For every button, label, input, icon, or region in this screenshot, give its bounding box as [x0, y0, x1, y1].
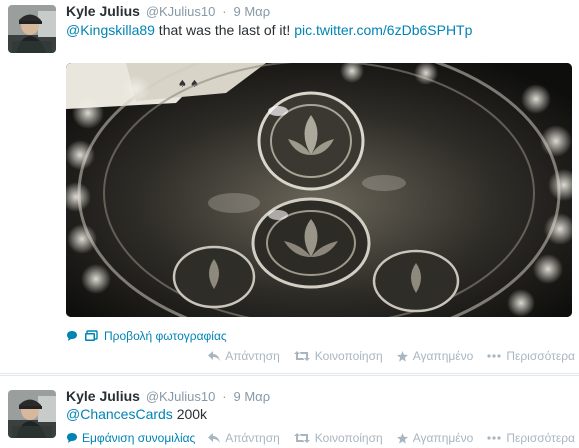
favorite-label: Αγαπημένο [412, 349, 474, 363]
reply-label: Απάντηση [225, 349, 280, 363]
reply-icon [208, 433, 221, 443]
tweet-header: Kyle Julius @KJulius10 · 9 Μαρ [66, 387, 270, 406]
reply-button[interactable]: Απάντηση [208, 349, 280, 363]
mention-link[interactable]: @ChancesCards [66, 406, 173, 422]
view-photo-label: Προβολή φωτογραφίας [104, 329, 227, 343]
tweet-actions: Απάντηση Κοινοποίηση Αγαπημένο Περισσότε… [194, 431, 575, 445]
tweet-body: that was the last of it! [154, 22, 295, 38]
timestamp[interactable]: 9 Μαρ [234, 389, 271, 404]
star-icon [396, 432, 408, 444]
tweet-actions: Απάντηση Κοινοποίηση Αγαπημένο Περισσότε… [194, 349, 575, 363]
conversation-icon [66, 330, 78, 342]
reply-label: Απάντηση [225, 431, 280, 445]
more-button[interactable]: Περισσότερα [487, 349, 575, 363]
username[interactable]: @KJulius10 [146, 4, 216, 19]
crystal-glass-photo: ♠ ♠ [66, 63, 572, 317]
retweet-label: Κοινοποίηση [314, 349, 383, 363]
tweet-header: Kyle Julius @KJulius10 · 9 Μαρ [66, 2, 270, 21]
timestamp[interactable]: 9 Μαρ [234, 4, 271, 19]
more-dots-icon [487, 436, 501, 440]
tweet-body: 200k [172, 406, 208, 422]
avatar[interactable] [8, 390, 56, 438]
separator-dot: · [222, 389, 227, 404]
separator-dot: · [222, 4, 227, 19]
media-link[interactable]: pic.twitter.com/6zDb6SPHTp [294, 22, 472, 38]
tweet[interactable]: Kyle Julius @KJulius10 · 9 Μαρ @ChancesC… [0, 375, 579, 448]
retweet-button[interactable]: Κοινοποίηση [293, 349, 383, 363]
tweet-photo[interactable]: ♠ ♠ [66, 63, 572, 317]
retweet-button[interactable]: Κοινοποίηση [293, 431, 383, 445]
retweet-icon [293, 433, 310, 443]
view-photo-link[interactable]: Προβολή φωτογραφίας [66, 328, 227, 344]
reply-button[interactable]: Απάντηση [208, 431, 280, 445]
username[interactable]: @KJulius10 [146, 389, 216, 404]
fullname[interactable]: Kyle Julius [66, 388, 140, 404]
view-conversation-link[interactable]: Εμφάνιση συνομιλίας [66, 431, 195, 445]
avatar-image [8, 390, 56, 438]
avatar-image [8, 5, 56, 53]
star-icon [396, 350, 408, 362]
more-dots-icon [487, 354, 501, 358]
tweet-text: @Kingskilla89 that was the last of it! p… [66, 21, 472, 40]
fullname[interactable]: Kyle Julius [66, 3, 140, 19]
retweet-label: Κοινοποίηση [314, 431, 383, 445]
tweet[interactable]: Kyle Julius @KJulius10 · 9 Μαρ @Kingskil… [0, 0, 579, 374]
more-label: Περισσότερα [506, 431, 575, 445]
view-conversation-label: Εμφάνιση συνομιλίας [82, 431, 196, 445]
more-label: Περισσότερα [506, 349, 575, 363]
avatar[interactable] [8, 5, 56, 53]
conversation-icon [66, 432, 78, 444]
favorite-button[interactable]: Αγαπημένο [396, 431, 474, 445]
mention-link[interactable]: @Kingskilla89 [66, 22, 155, 38]
reply-icon [208, 351, 221, 361]
favorite-button[interactable]: Αγαπημένο [396, 349, 474, 363]
favorite-label: Αγαπημένο [412, 431, 474, 445]
retweet-icon [293, 351, 310, 361]
more-button[interactable]: Περισσότερα [487, 431, 575, 445]
photo-icon [84, 330, 98, 342]
tweet-text: @ChancesCards 200k [66, 405, 207, 424]
